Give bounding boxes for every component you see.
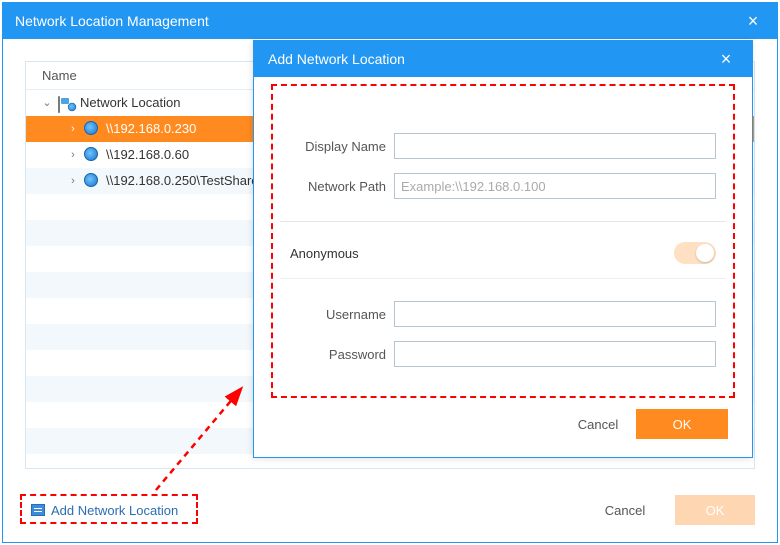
- close-icon[interactable]: ×: [714, 49, 738, 70]
- tree-item-label: \\192.168.0.230: [106, 121, 196, 136]
- network-location-root-icon: [58, 95, 74, 111]
- chevron-right-icon[interactable]: ›: [66, 123, 80, 135]
- modal-ok-button[interactable]: OK: [636, 409, 728, 439]
- tree-root-label: Network Location: [80, 95, 180, 110]
- add-network-location-icon: [31, 504, 45, 516]
- toggle-knob: [696, 244, 714, 262]
- password-row: Password: [290, 341, 716, 367]
- main-title: Network Location Management: [15, 13, 209, 29]
- close-icon[interactable]: ×: [741, 11, 765, 32]
- username-input[interactable]: [394, 301, 716, 327]
- chevron-right-icon[interactable]: ›: [66, 149, 80, 161]
- main-ok-button[interactable]: OK: [675, 495, 755, 525]
- username-label: Username: [290, 307, 394, 322]
- display-name-input[interactable]: [394, 133, 716, 159]
- password-label: Password: [290, 347, 394, 362]
- main-titlebar: Network Location Management ×: [3, 3, 777, 39]
- network-globe-icon: [84, 121, 100, 137]
- main-cancel-button[interactable]: Cancel: [585, 495, 665, 525]
- add-network-location-modal: Add Network Location × Display Name Netw…: [253, 40, 753, 458]
- modal-title: Add Network Location: [268, 51, 405, 67]
- modal-footer: Cancel OK: [254, 395, 752, 457]
- add-network-location-link[interactable]: Add Network Location: [25, 499, 184, 522]
- network-path-input[interactable]: [394, 173, 716, 199]
- modal-cancel-button[interactable]: Cancel: [568, 409, 628, 439]
- section-separator: [280, 221, 726, 222]
- display-name-row: Display Name: [290, 133, 716, 159]
- main-footer-buttons: Cancel OK: [585, 495, 755, 525]
- add-network-location-label: Add Network Location: [51, 503, 178, 518]
- network-path-label: Network Path: [290, 179, 394, 194]
- modal-titlebar: Add Network Location ×: [254, 41, 752, 77]
- network-path-row: Network Path: [290, 173, 716, 199]
- password-input[interactable]: [394, 341, 716, 367]
- anonymous-row: Anonymous: [290, 242, 716, 264]
- network-globe-icon: [84, 147, 100, 163]
- chevron-right-icon[interactable]: ›: [66, 175, 80, 187]
- tree-item-label: \\192.168.0.250\TestShare: [106, 173, 259, 188]
- chevron-down-icon[interactable]: ⌄: [40, 96, 54, 109]
- network-globe-icon: [84, 173, 100, 189]
- tree-item-label: \\192.168.0.60: [106, 147, 189, 162]
- modal-body: Display Name Network Path Anonymous User…: [254, 77, 752, 395]
- username-row: Username: [290, 301, 716, 327]
- main-footer: Add Network Location Cancel OK: [25, 492, 755, 528]
- thin-separator: [280, 278, 726, 279]
- anonymous-label: Anonymous: [290, 246, 359, 261]
- anonymous-toggle[interactable]: [674, 242, 716, 264]
- display-name-label: Display Name: [290, 139, 394, 154]
